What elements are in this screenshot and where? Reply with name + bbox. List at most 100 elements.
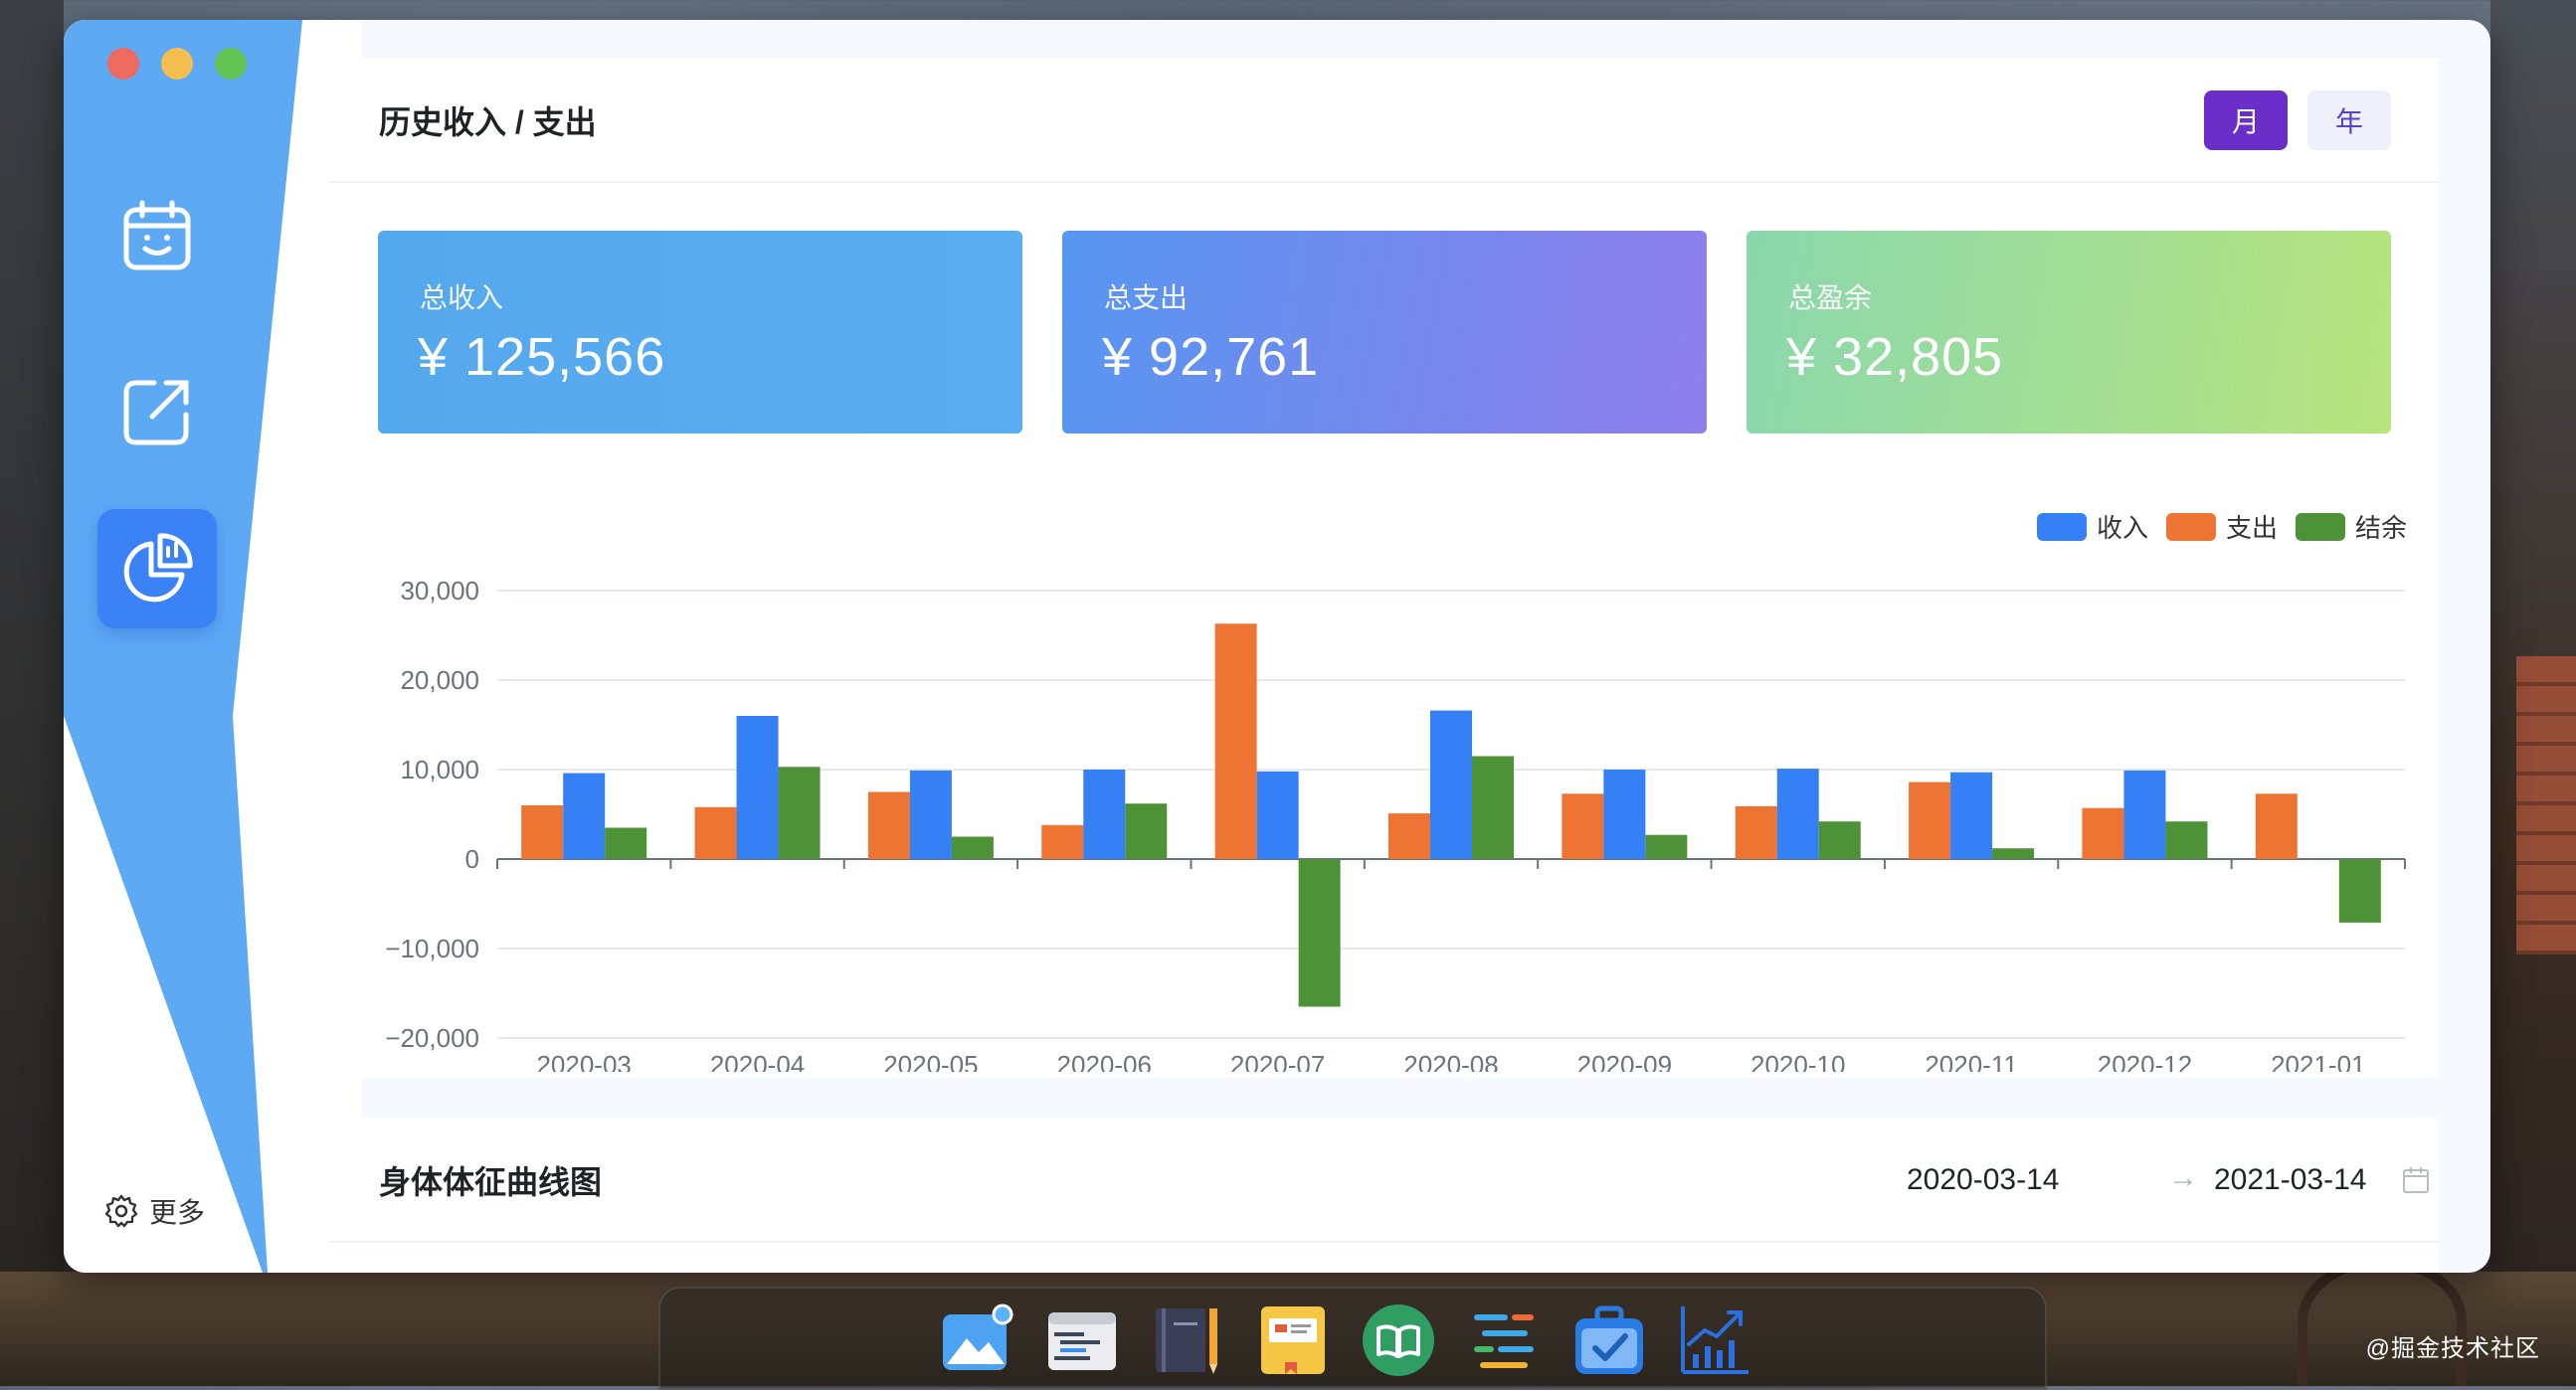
- bar-支出: [1562, 793, 1604, 859]
- bar-收入: [1430, 710, 1472, 859]
- toggle-month-button[interactable]: 月: [2204, 90, 2288, 150]
- window-zoom-button[interactable]: [215, 48, 247, 80]
- bar-收入: [1776, 769, 1819, 859]
- bar-结余: [1472, 756, 1514, 859]
- x-tick-label: 2020-03: [536, 1050, 631, 1072]
- dock-stocks-app[interactable]: [1677, 1303, 1752, 1378]
- bar-结余: [2338, 859, 2381, 923]
- bar-结余: [1818, 821, 1861, 859]
- bar-支出: [1909, 782, 1951, 859]
- date-range-arrow: →: [2168, 1161, 2198, 1194]
- x-tick-label: 2020-08: [1403, 1050, 1498, 1072]
- bar-收入: [736, 716, 779, 859]
- reader-book-icon: [1363, 1304, 1434, 1376]
- gear-icon: [104, 1194, 138, 1228]
- bar-结余: [1125, 803, 1168, 859]
- x-tick-label: 2020-06: [1057, 1050, 1152, 1072]
- bar-支出: [867, 791, 910, 859]
- bar-支出: [1214, 623, 1257, 859]
- briefcase-check-icon: [1575, 1305, 1643, 1374]
- legend-swatch: [2037, 513, 2087, 541]
- dock-photos-app[interactable]: [939, 1303, 1014, 1378]
- date-end-input[interactable]: 2021-03-14: [2214, 1163, 2366, 1197]
- stat-total-income: 总收入 ¥ 125,566: [378, 231, 1022, 434]
- x-tick-label: 2020-11: [1925, 1050, 2018, 1072]
- bar-收入: [909, 770, 952, 859]
- y-tick-label: 0: [465, 844, 479, 874]
- nav-calendar-button[interactable]: [97, 177, 217, 296]
- x-tick-label: 2020-09: [1577, 1050, 1672, 1072]
- window-minimize-button[interactable]: [161, 48, 193, 80]
- wallpaper-wheel: [2298, 1257, 2467, 1386]
- bar-收入: [563, 773, 606, 859]
- watermark: @掘金技术社区: [2365, 1335, 2540, 1362]
- bar-收入: [1603, 770, 1646, 859]
- income-expense-card: 历史收入 / 支出 月 年 总收入 ¥ 125,566 总支出 ¥ 92,761…: [330, 58, 2439, 1078]
- dock-notebook-app[interactable]: [1150, 1303, 1225, 1378]
- x-tick-label: 2020-04: [710, 1050, 805, 1072]
- wallpaper-brick-wall: [2516, 656, 2576, 955]
- card-header: 历史收入 / 支出 月 年: [330, 58, 2439, 183]
- bar-支出: [1735, 805, 1777, 859]
- y-tick-label: 30,000: [400, 576, 479, 606]
- bar-支出: [2082, 807, 2124, 859]
- dock-notes-app[interactable]: [1255, 1303, 1331, 1378]
- stat-label: 总盈余: [1788, 282, 1873, 313]
- stat-label: 总支出: [1104, 282, 1189, 313]
- y-tick-label: −20,000: [385, 1023, 479, 1053]
- stat-value: ¥ 32,805: [1786, 327, 2004, 387]
- calendar-face-icon: [123, 200, 191, 270]
- legend-label: 结余: [2355, 513, 2407, 543]
- bar-收入: [1950, 772, 1993, 859]
- more-settings-button[interactable]: 更多: [103, 1191, 205, 1231]
- window-close-button[interactable]: [107, 48, 139, 80]
- card-title: 历史收入 / 支出: [379, 104, 597, 140]
- bar-收入: [1083, 770, 1126, 859]
- share-external-icon: [123, 380, 189, 445]
- bar-结余: [951, 836, 994, 859]
- y-tick-label: 20,000: [400, 665, 479, 695]
- legend-label: 支出: [2226, 513, 2278, 543]
- x-tick-label: 2020-10: [1750, 1050, 1845, 1072]
- legend-swatch: [2296, 513, 2345, 541]
- dock-tasks-app[interactable]: [1571, 1303, 1647, 1378]
- more-label: 更多: [149, 1197, 206, 1228]
- bar-结余: [605, 827, 647, 859]
- toggle-year-button[interactable]: 年: [2307, 90, 2391, 150]
- notebook-pencil-icon: [1156, 1308, 1217, 1374]
- nav-analytics-button[interactable]: [97, 509, 217, 628]
- bar-支出: [694, 806, 737, 859]
- bar-结余: [778, 767, 821, 859]
- dock-text-app[interactable]: [1466, 1303, 1542, 1378]
- stat-value: ¥ 125,566: [418, 327, 666, 387]
- nav-share-button[interactable]: [97, 352, 217, 471]
- date-start-input[interactable]: 2020-03-14: [1907, 1163, 2059, 1197]
- legend-swatch: [2166, 513, 2216, 541]
- stat-label: 总收入: [420, 282, 504, 313]
- calendar-icon[interactable]: [2401, 1165, 2431, 1195]
- stat-total-expense: 总支出 ¥ 92,761: [1062, 231, 1707, 434]
- app-window: 更多 历史收入 / 支出 月 年 总收入 ¥ 125,566 总支出 ¥ 92,…: [64, 20, 2490, 1273]
- dock-code-editor-app[interactable]: [1044, 1303, 1120, 1378]
- x-tick-label: 2020-05: [883, 1050, 978, 1072]
- bar-结余: [1298, 859, 1341, 1007]
- bar-收入: [2123, 770, 2166, 859]
- bar-收入: [1256, 771, 1299, 859]
- x-tick-label: 2020-12: [2098, 1050, 2192, 1072]
- photos-icon: [943, 1303, 1013, 1370]
- x-tick-label: 2020-07: [1230, 1050, 1325, 1072]
- stat-value: ¥ 92,761: [1102, 327, 1320, 387]
- notes-book-icon: [1261, 1306, 1325, 1374]
- stock-chart-icon: [1681, 1306, 1748, 1374]
- analytics-chart-icon: [123, 533, 193, 603]
- x-tick-label: 2021-01: [2271, 1050, 2365, 1072]
- text-lines-icon: [1474, 1314, 1534, 1368]
- body-signs-card: 身体体征曲线图 2020-03-14 → 2021-03-14: [330, 1118, 2439, 1273]
- dock: [658, 1287, 2047, 1390]
- bar-支出: [521, 805, 564, 859]
- bar-支出: [2255, 793, 2298, 859]
- y-tick-label: 10,000: [400, 755, 479, 784]
- bar-结余: [1992, 848, 2035, 859]
- stat-total-surplus: 总盈余 ¥ 32,805: [1747, 231, 2391, 434]
- dock-reader-app[interactable]: [1361, 1303, 1436, 1378]
